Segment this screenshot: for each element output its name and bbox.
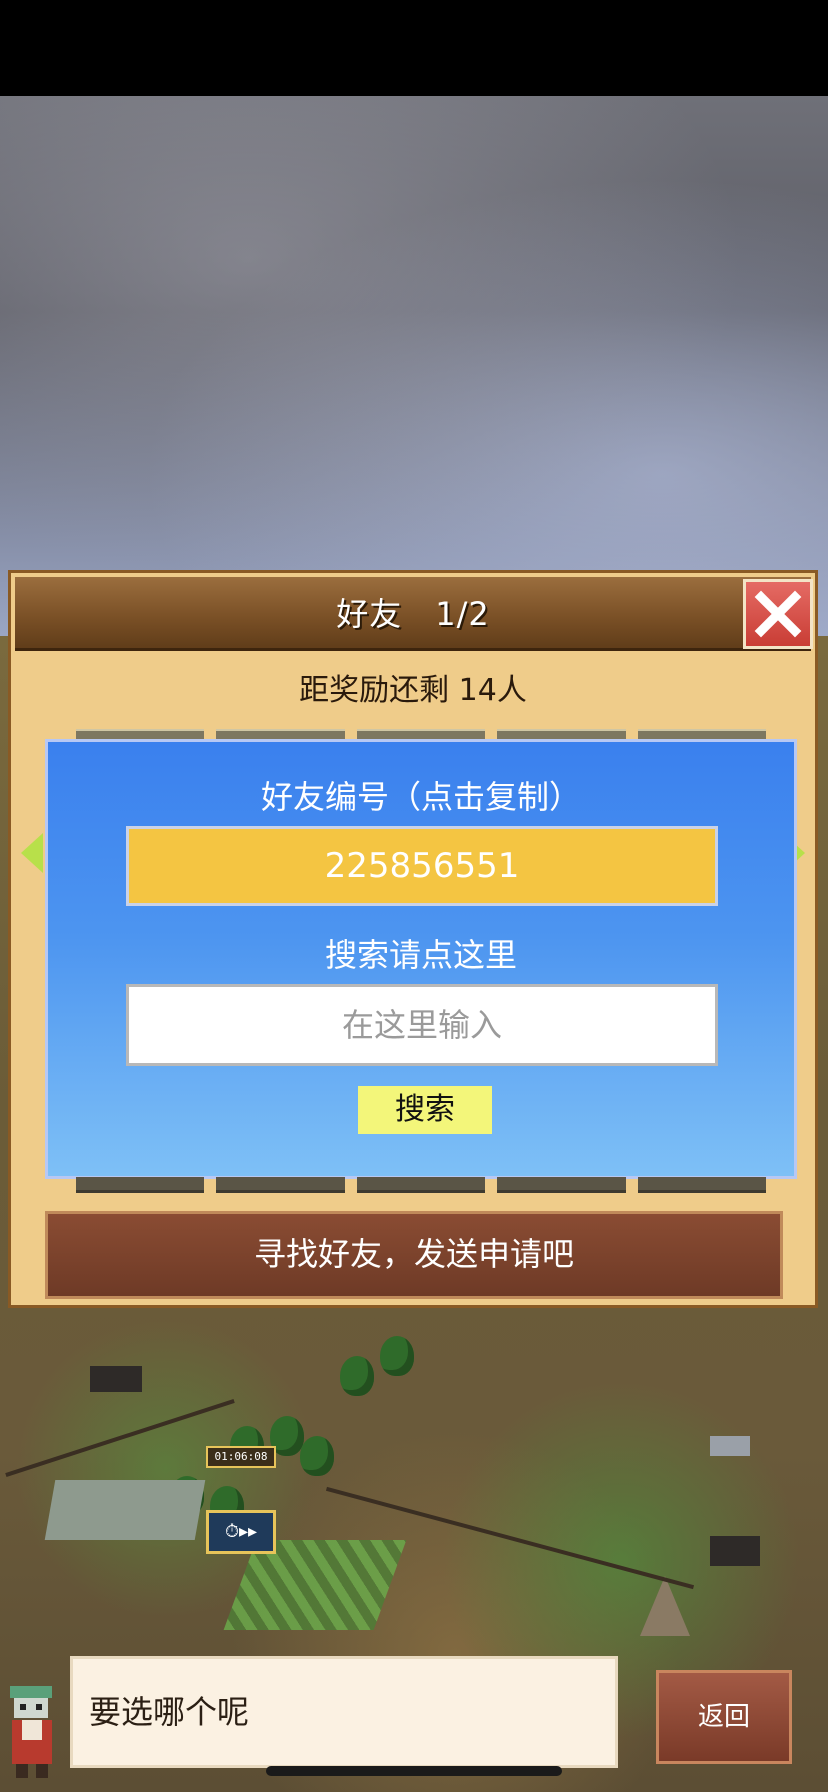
close-button[interactable] [743,579,813,649]
tab-slot[interactable] [637,1177,767,1193]
advisor-message: 要选哪个呢 [70,1656,618,1768]
fence [5,1399,235,1477]
market-stall [44,1480,206,1540]
build-timer: 01:06:08 [206,1446,276,1468]
tab-strip-bottom [46,1177,796,1193]
tab-slot[interactable] [216,1177,345,1193]
tab-slot[interactable] [497,1177,626,1193]
close-icon [754,590,802,638]
tree-icon [340,1356,374,1396]
speed-up-button[interactable]: ⏱▸▸ [206,1510,276,1554]
dialog-header: 好友 1/2 [15,577,811,651]
friend-search-panel: 好友编号（点击复制） 225856551 搜索请点这里 搜索 [45,739,797,1179]
search-label: 搜索请点这里 [324,936,517,974]
advisor-portrait-icon [10,1686,52,1778]
search-button[interactable]: 搜索 [358,1086,492,1134]
home-indicator [266,1766,562,1776]
back-button[interactable]: 返回 [656,1670,792,1764]
dialog-title: 好友 1/2 [336,595,490,633]
tab-slot[interactable] [356,1177,486,1193]
tree-icon [300,1436,334,1476]
statue-icon [710,1436,750,1456]
treasure-chest-icon [710,1536,760,1566]
tab-slot[interactable] [76,1177,205,1193]
friend-search-input[interactable] [126,984,718,1066]
treasure-chest-icon [90,1366,142,1392]
cloudy-sky-background [0,96,828,636]
friend-id-copy-button[interactable]: 225856551 [126,826,718,906]
tree-icon [380,1336,414,1376]
status-bar [0,0,828,96]
reward-progress-text: 距奖励还剩 14人 [299,673,527,708]
friend-id-label: 好友编号（点击复制） [260,778,581,816]
find-friends-banner[interactable]: 寻找好友，发送申请吧 [45,1211,783,1299]
advisor-avatar [0,1680,64,1780]
stopwatch-fast-forward-icon: ⏱▸▸ [224,1521,258,1542]
friend-dialog: 好友 1/2 距奖励还剩 14人 好友编号（点击复制） 225856551 搜索… [8,570,818,1308]
prev-page-arrow-icon[interactable] [21,833,43,873]
